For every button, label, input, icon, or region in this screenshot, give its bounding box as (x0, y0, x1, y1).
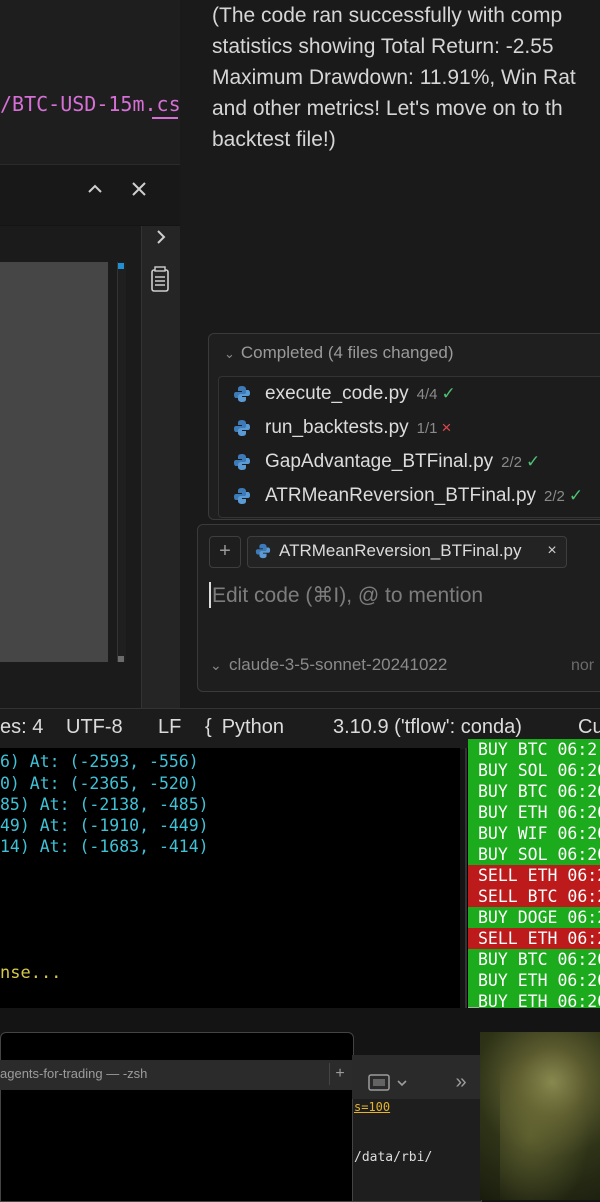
trade-row: BUY BTC 06:20 (468, 781, 600, 802)
zsh-tab-title[interactable]: agents-for-trading — -zsh (0, 1066, 147, 1081)
trade-row: SELL BTC 06:2 (468, 886, 600, 907)
more-icon[interactable]: » (450, 1070, 472, 1094)
status-language[interactable]: { Python (205, 716, 284, 739)
file-change-count: 4/4 (416, 386, 438, 403)
changed-file-row[interactable]: ATRMeanReversion_BTFinal.py 2/2 ✓ (219, 479, 600, 513)
trade-row: BUY ETH 06:20 (468, 970, 600, 991)
chevron-right-icon[interactable] (148, 227, 174, 255)
python-file-icon (233, 419, 251, 437)
python-file-icon (233, 453, 251, 471)
message-line: (The code ran successfully with comp (212, 4, 563, 27)
wallpaper-detail (500, 1040, 600, 1200)
file-change-count: 2/2 (501, 454, 522, 471)
status-language-label: Python (221, 716, 284, 738)
scroll-indicator-bottom (118, 656, 124, 662)
chevron-down-icon[interactable]: ⌄ (210, 654, 226, 676)
python-file-icon (233, 487, 251, 505)
status-eol[interactable]: LF (158, 716, 181, 739)
braces-icon: { (205, 716, 212, 738)
changed-file-row[interactable]: run_backtests.py 1/1 × (219, 411, 600, 445)
terminal-output[interactable]: 6) At: (-2593, -556) 0) At: (-2365, -520… (0, 748, 460, 1008)
message-line: statistics showing Total Return: -2.55 (212, 35, 554, 58)
context-chip-label: ATRMeanReversion_BTFinal.py (279, 541, 522, 560)
chevron-up-icon[interactable] (82, 178, 108, 208)
editor-area (0, 0, 181, 165)
assistant-message: (The code ran successfully with comp sta… (212, 0, 600, 155)
trade-row: BUY ETH 06:20 (468, 802, 600, 823)
trade-row: BUY SOL 06:20 (468, 844, 600, 865)
message-line: and other metrics! Let's move on to th (212, 97, 563, 120)
python-file-icon (255, 543, 271, 559)
model-selector[interactable]: claude-3-5-sonnet-20241022 (229, 655, 447, 675)
plus-icon[interactable]: + (209, 536, 241, 568)
terminal-line: 85) At: (-2138, -485) (0, 795, 209, 814)
scrollbar[interactable] (117, 262, 126, 662)
preview-canvas (0, 262, 108, 662)
file-name: execute_code.py (265, 383, 409, 404)
file-change-count: 2/2 (544, 488, 565, 505)
trade-row: BUY BTC 06:20 (468, 949, 600, 970)
trade-row: SELL ETH 06:2 (468, 865, 600, 886)
file-name: GapAdvantage_BTFinal.py (265, 451, 494, 472)
close-icon[interactable] (126, 178, 152, 208)
terminal-line: 0) At: (-2365, -520) (0, 774, 199, 793)
changed-file-row[interactable]: GapAdvantage_BTFinal.py 2/2 ✓ (219, 445, 600, 479)
document-icon[interactable] (150, 265, 170, 293)
completed-header[interactable]: ⌄ Completed (4 files changed) (224, 343, 454, 363)
mode-selector[interactable]: nor (571, 657, 594, 675)
check-icon: ✓ (568, 486, 584, 505)
trade-row: BUY SOL 06:20 (468, 760, 600, 781)
trade-row: SELL ETH 06:2 (468, 928, 600, 949)
terminal-status-line: nse... (0, 963, 62, 983)
window-gap (0, 1008, 600, 1032)
status-interpreter[interactable]: 3.10.9 ('tflow': conda) (333, 716, 522, 739)
composer-input[interactable] (208, 578, 592, 614)
check-icon: ✓ (526, 452, 541, 471)
completed-title: Completed (4 files changed) (240, 343, 454, 362)
plus-icon[interactable]: + (329, 1063, 350, 1085)
status-encoding[interactable]: UTF-8 (66, 716, 123, 739)
check-icon: ✓ (441, 384, 456, 403)
finder-path: /data/rbi/ (354, 1150, 433, 1165)
message-line: backtest file!) (212, 128, 336, 151)
trade-row: BUY BTC 06:2 (468, 739, 600, 760)
status-cursor[interactable]: Cu (578, 716, 600, 739)
panel-sidebar (141, 226, 181, 708)
close-icon: × (441, 418, 452, 437)
changed-files-list: execute_code.py 4/4 ✓ run_backtests.py 1/1 ×… (218, 376, 600, 518)
zsh-terminal-window[interactable] (0, 1032, 354, 1202)
terminal-line: 6) At: (-2593, -556) (0, 752, 199, 771)
message-line: Maximum Drawdown: 11.91%, Win Rat (212, 66, 576, 89)
changed-file-row[interactable]: execute_code.py 4/4 ✓ (219, 377, 600, 411)
status-indentation[interactable]: es: 4 (0, 716, 43, 739)
finder-link[interactable]: s=100 (354, 1100, 390, 1114)
close-icon[interactable]: × (543, 538, 561, 564)
gallery-view-icon[interactable] (368, 1071, 410, 1095)
editor-file-path: /BTC-USD-15m.cs (0, 92, 181, 116)
terminal-line: 14) At: (-1683, -414) (0, 837, 209, 856)
trade-row: BUY WIF 06:20 (468, 823, 600, 844)
trade-row: BUY DOGE 06:2 (468, 907, 600, 928)
file-change-count: 1/1 (416, 420, 438, 437)
terminal-line: 49) At: (-1910, -449) (0, 816, 209, 835)
chevron-down-icon: ⌄ (224, 346, 235, 361)
file-name: run_backtests.py (265, 417, 409, 438)
python-file-icon (233, 385, 251, 403)
path-underline (152, 117, 178, 119)
scroll-indicator-top (118, 263, 124, 269)
file-name: ATRMeanReversion_BTFinal.py (265, 485, 537, 506)
